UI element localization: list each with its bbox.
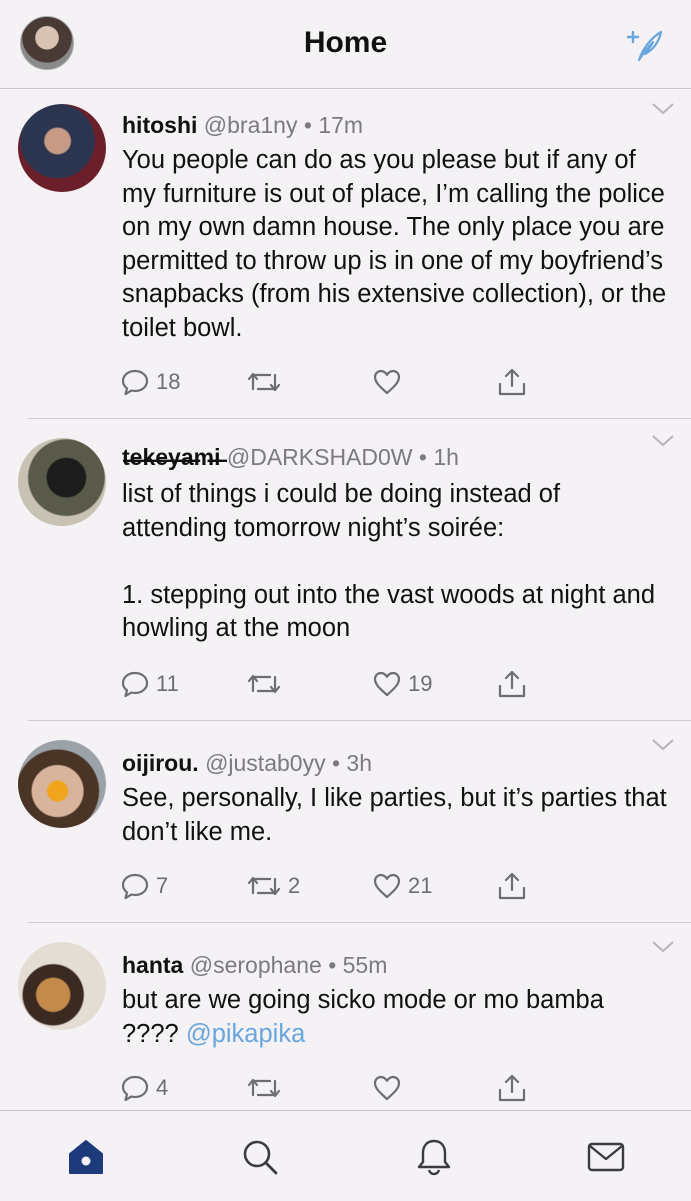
- share-button[interactable]: [496, 364, 528, 400]
- reply-button[interactable]: 18: [120, 364, 180, 400]
- retweet-icon: [247, 372, 281, 392]
- tweet-actions: 7 2 21: [0, 868, 691, 904]
- tweet-actions: 11 19: [0, 666, 691, 702]
- reply-icon: [121, 873, 149, 900]
- divider: [28, 418, 691, 419]
- separator-dot: •: [328, 952, 337, 978]
- tweet-actions: 4: [0, 1070, 691, 1106]
- tweet-actions: 18: [0, 364, 691, 400]
- compose-feather-icon[interactable]: [625, 26, 665, 66]
- like-button[interactable]: 19: [372, 666, 432, 702]
- reply-count: 7: [156, 873, 169, 898]
- display-name[interactable]: hanta: [122, 952, 183, 978]
- reply-button[interactable]: 4: [120, 1070, 168, 1106]
- tweet-text: but are we going sicko mode or mo bamba …: [122, 984, 667, 1051]
- home-icon[interactable]: [66, 1137, 106, 1177]
- username[interactable]: @DARKSHAD0W: [227, 444, 413, 470]
- like-count: 19: [408, 671, 433, 696]
- retweet-icon: [247, 876, 281, 896]
- display-name[interactable]: oijirou.: [122, 750, 199, 776]
- bottom-tab-bar: [0, 1110, 691, 1201]
- share-icon: [498, 1074, 526, 1102]
- retweet-count: 2: [288, 873, 301, 898]
- retweet-button[interactable]: [246, 364, 288, 400]
- heart-icon: [373, 671, 401, 697]
- share-button[interactable]: [496, 666, 528, 702]
- display-name[interactable]: t̶e̶k̶e̶y̶a̶m̶i̶: [122, 444, 220, 470]
- timestamp: 3h: [346, 750, 373, 776]
- retweet-button[interactable]: [246, 666, 288, 702]
- top-header: Home: [0, 0, 691, 89]
- search-icon[interactable]: [240, 1137, 280, 1177]
- tweet-text: list of things i could be doing instead …: [122, 480, 656, 642]
- username[interactable]: @serophane: [190, 952, 322, 978]
- avatar[interactable]: [18, 740, 106, 828]
- tweet-text: You people can do as you please but if a…: [122, 146, 674, 342]
- reply-icon: [121, 671, 149, 698]
- reply-count: 11: [156, 671, 179, 696]
- timestamp: 55m: [342, 952, 388, 978]
- display-name[interactable]: hitoshi: [122, 112, 197, 138]
- avatar[interactable]: [18, 438, 106, 526]
- heart-icon: [373, 873, 401, 899]
- username[interactable]: @bra1ny: [204, 112, 298, 138]
- reply-icon: [121, 369, 149, 396]
- heart-icon: [373, 369, 401, 395]
- like-count: 21: [408, 873, 433, 898]
- share-icon: [498, 368, 526, 396]
- divider: [28, 922, 691, 923]
- chevron-down-icon[interactable]: [651, 738, 675, 752]
- like-button[interactable]: 21: [372, 868, 432, 904]
- page-title: Home: [303, 26, 388, 59]
- divider: [28, 720, 691, 721]
- separator-dot: •: [331, 750, 341, 776]
- timestamp: 17m: [318, 112, 364, 138]
- avatar[interactable]: [18, 104, 106, 192]
- share-button[interactable]: [496, 1070, 528, 1106]
- separator-dot: •: [418, 444, 427, 470]
- reply-count: 18: [156, 369, 181, 394]
- timestamp: 1h: [433, 444, 459, 470]
- separator-dot: •: [303, 112, 312, 138]
- mention-link[interactable]: @pikapika: [186, 1020, 305, 1048]
- share-button[interactable]: [496, 868, 528, 904]
- heart-icon: [373, 1075, 401, 1101]
- retweet-icon: [247, 674, 281, 694]
- messages-envelope-icon[interactable]: [586, 1137, 626, 1177]
- share-icon: [498, 670, 526, 698]
- reply-button[interactable]: 7: [120, 868, 168, 904]
- notifications-bell-icon[interactable]: [414, 1137, 454, 1177]
- retweet-icon: [247, 1078, 281, 1098]
- reply-icon: [121, 1075, 149, 1102]
- reply-button[interactable]: 11: [120, 666, 179, 702]
- share-icon: [498, 872, 526, 900]
- chevron-down-icon[interactable]: [651, 940, 675, 954]
- avatar[interactable]: [18, 942, 106, 1030]
- retweet-button[interactable]: 2: [246, 868, 300, 904]
- reply-count: 4: [156, 1075, 169, 1100]
- chevron-down-icon[interactable]: [651, 434, 675, 448]
- tweet-text: See, personally, I like parties, but it’…: [122, 784, 674, 846]
- retweet-button[interactable]: [246, 1070, 288, 1106]
- username[interactable]: @justab0yy: [205, 750, 326, 776]
- chevron-down-icon[interactable]: [651, 102, 675, 116]
- like-button[interactable]: [372, 1070, 408, 1106]
- like-button[interactable]: [372, 364, 408, 400]
